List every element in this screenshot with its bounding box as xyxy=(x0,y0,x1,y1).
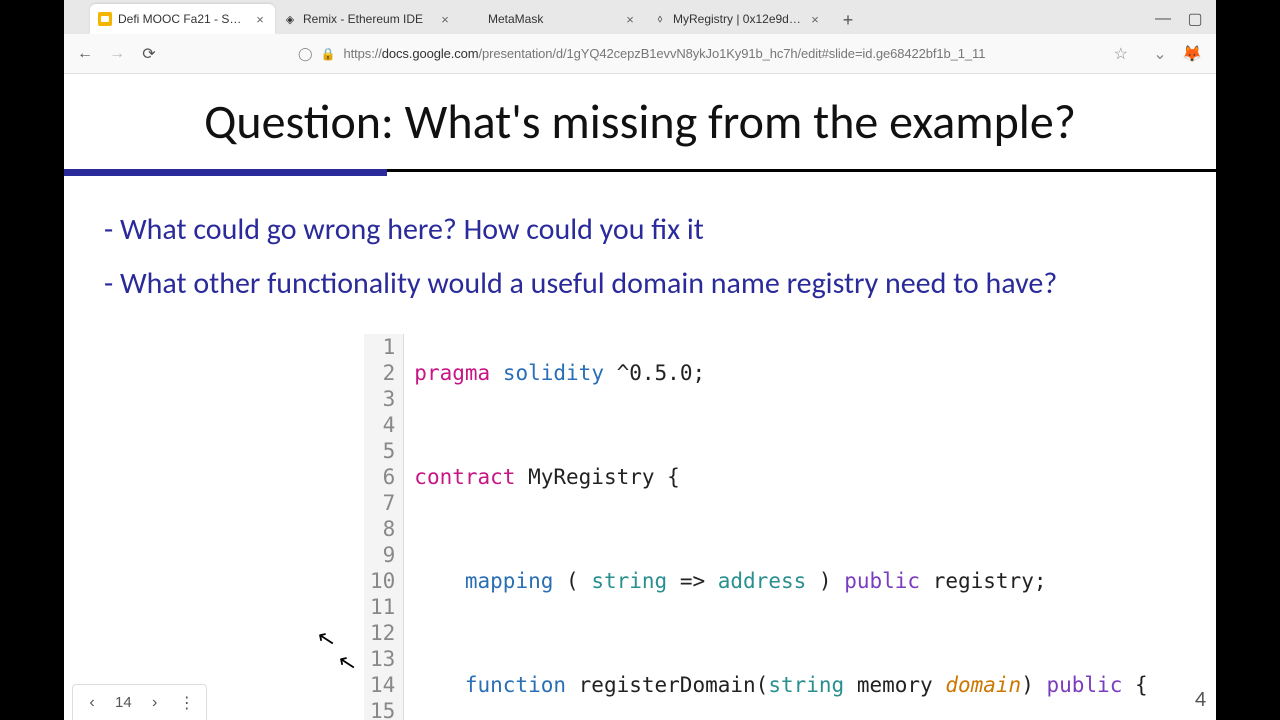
forward-button[interactable]: → xyxy=(106,43,128,65)
remix-icon: ◈ xyxy=(283,12,297,26)
shield-icon: ◯ xyxy=(298,46,313,62)
next-slide-button[interactable]: › xyxy=(142,690,168,716)
line-gutter: 1 2 3 4 5 6 7 8 9 10 11 12 13 14 15 xyxy=(364,334,404,720)
tab-strip: Defi MOOC Fa21 - Smart Contr × ◈ Remix -… xyxy=(64,0,1216,34)
bullet-list: - What could go wrong here? How could yo… xyxy=(64,176,1216,308)
lock-icon: 🔒 xyxy=(321,47,336,61)
address-bar: ← → ⟳ ◯ 🔒 https://docs.google.com/presen… xyxy=(64,34,1216,74)
back-button[interactable]: ← xyxy=(74,43,96,65)
bullet-2: - What other functionality would a usefu… xyxy=(104,260,1176,308)
reload-button[interactable]: ⟳ xyxy=(138,43,160,65)
bullet-1: - What could go wrong here? How could yo… xyxy=(104,206,1176,254)
slides-icon xyxy=(98,12,112,26)
slide-counter: 14 xyxy=(111,694,136,711)
tab-metamask[interactable]: MetaMask × xyxy=(460,4,645,34)
extension-icons: ⌄ 🦊 xyxy=(1146,44,1206,64)
tab-title: Remix - Ethereum IDE xyxy=(303,12,432,26)
slide-page-number: 4 xyxy=(1195,685,1206,712)
tab-remix[interactable]: ◈ Remix - Ethereum IDE × xyxy=(275,4,460,34)
prev-slide-button[interactable]: ‹ xyxy=(79,690,105,716)
slide-title: Question: What's missing from the exampl… xyxy=(64,82,1216,169)
presenter-toolbar: ‹ 14 › ⋮ xyxy=(72,684,207,720)
url-text: https://docs.google.com/presentation/d/1… xyxy=(344,46,1106,61)
code-block: 1 2 3 4 5 6 7 8 9 10 11 12 13 14 15 prag… xyxy=(364,334,1148,720)
maximize-button[interactable]: ▢ xyxy=(1188,12,1202,26)
close-icon[interactable]: × xyxy=(808,12,822,26)
close-icon[interactable]: × xyxy=(623,12,637,26)
close-icon[interactable]: × xyxy=(253,12,267,26)
browser-window: Defi MOOC Fa21 - Smart Contr × ◈ Remix -… xyxy=(64,0,1216,720)
tab-title: MyRegistry | 0x12e9d045dd5cf0 xyxy=(673,12,802,26)
slide-viewport: Question: What's missing from the exampl… xyxy=(64,74,1216,720)
metamask-icon xyxy=(468,12,482,26)
close-icon[interactable]: × xyxy=(438,12,452,26)
pocket-icon[interactable]: ⌄ xyxy=(1150,44,1170,64)
cursor-icon: ↖ xyxy=(335,648,358,677)
tab-title: MetaMask xyxy=(488,12,617,26)
slide: Question: What's missing from the exampl… xyxy=(64,74,1216,720)
code-body: pragma solidity ^0.5.0; contract MyRegis… xyxy=(404,334,1147,720)
title-accent xyxy=(64,169,387,176)
tab-slides[interactable]: Defi MOOC Fa21 - Smart Contr × xyxy=(90,4,275,34)
minimize-button[interactable]: — xyxy=(1156,12,1170,26)
metamask-ext-icon[interactable]: 🦊 xyxy=(1182,44,1202,64)
options-menu-button[interactable]: ⋮ xyxy=(174,690,200,716)
tab-etherscan[interactable]: ⬨ MyRegistry | 0x12e9d045dd5cf0 × xyxy=(645,4,830,34)
tab-title: Defi MOOC Fa21 - Smart Contr xyxy=(118,12,247,26)
etherscan-icon: ⬨ xyxy=(653,12,667,26)
cursor-icon: ↖ xyxy=(314,624,337,653)
new-tab-button[interactable]: + xyxy=(834,6,862,34)
bookmark-star-icon[interactable]: ☆ xyxy=(1114,44,1128,64)
window-controls: — ▢ xyxy=(1142,4,1216,34)
url-input[interactable]: ◯ 🔒 https://docs.google.com/presentation… xyxy=(290,39,1136,69)
